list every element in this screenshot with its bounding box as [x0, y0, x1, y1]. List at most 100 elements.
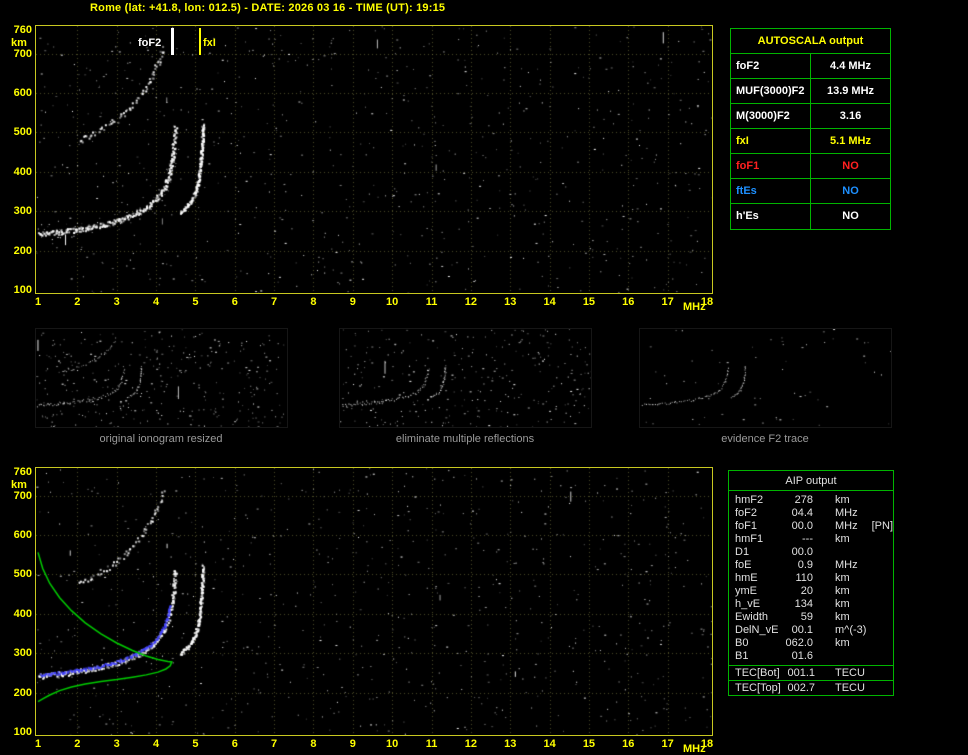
aip-tec-name: TEC[Bot] — [735, 667, 780, 679]
aip-param-name: B1 — [735, 650, 749, 662]
height-unit-label: km — [11, 37, 27, 49]
top-ionogram-plot: foF2 fxI — [35, 25, 713, 294]
aip-param-name: B0 — [735, 637, 749, 649]
aip-row-Ewidth: Ewidth 59 km — [735, 611, 893, 624]
aip-rows: hmF2 278 km foF2 04.4 MHz foF1 00.0 MHz [PN] hmF1 -… — [729, 491, 893, 665]
aip-param-unit: km — [835, 533, 850, 545]
aip-tec-name: TEC[Top] — [735, 682, 781, 694]
height-tick-label: 300 — [13, 647, 32, 660]
autoscala-row-h'Es: h'Es NO — [731, 204, 890, 229]
fxI-marker-label: fxI — [203, 37, 216, 49]
height-tick-label: 200 — [13, 686, 32, 699]
height-tick-label: 300 — [13, 205, 32, 218]
height-tick-label: 760 — [13, 24, 32, 36]
aip-param-name: Ewidth — [735, 611, 769, 623]
aip-param-value: 01.6 — [791, 650, 813, 662]
autoscala-row-fxI: fxI 5.1 MHz — [731, 129, 890, 154]
freq-tick-label: 7 — [271, 296, 278, 308]
height-tick-label: 600 — [13, 87, 32, 100]
freq-tick-label: 3 — [113, 296, 120, 308]
autoscala-param-name: ftEs — [731, 179, 811, 203]
height-tick-label: 200 — [13, 244, 32, 257]
autoscala-param-name: foF2 — [731, 54, 811, 78]
height-tick-label: 500 — [13, 126, 32, 139]
autoscala-param-name: foF1 — [731, 154, 811, 178]
autoscala-rows: foF2 4.4 MHz MUF(3000)F2 13.9 MHz M(3000)F2 3… — [731, 54, 890, 229]
aip-row-DelN_vE: DelN_vE 00.1 m^(-3) — [735, 624, 893, 637]
freq-tick-label: 13 — [504, 738, 517, 750]
aip-param-name: h_vE — [735, 598, 761, 610]
aip-param-value: 04.4 — [791, 507, 813, 519]
caption-eliminate-reflections: eliminate multiple reflections — [395, 433, 535, 445]
freq-tick-label: 5 — [192, 296, 199, 308]
aip-param-name: hmF1 — [735, 533, 764, 545]
aip-param-unit: m^(-3) — [835, 624, 867, 636]
aip-param-value: 00.0 — [791, 520, 813, 532]
height-tick-label: 400 — [13, 165, 32, 178]
aip-param-value: 134 — [794, 598, 813, 610]
aip-tec-unit: TECU — [835, 682, 865, 694]
fxI-marker-line — [199, 28, 201, 55]
freq-tick-label: 12 — [464, 738, 477, 750]
freq-tick-label: 9 — [349, 738, 356, 750]
aip-param-name: DelN_vE — [735, 624, 779, 636]
foF2-marker-line — [171, 28, 174, 55]
autoscala-row-foF2: foF2 4.4 MHz — [731, 54, 890, 79]
height-tick-label: 600 — [13, 529, 32, 542]
autoscala-param-value: NO — [842, 160, 859, 172]
freq-tick-label: 14 — [543, 738, 556, 750]
aip-tec-rows: TEC[Bot] 001.1 TECU TEC[Top] 002.7 TECU — [729, 665, 893, 695]
aip-param-flag: [PN] — [871, 520, 894, 532]
freq-tick-label: 13 — [504, 296, 517, 308]
aip-output-panel: AIP output hmF2 278 km foF2 04.4 MHz foF1 00.0 M… — [728, 470, 894, 696]
aip-row-B1: B1 01.6 — [735, 650, 893, 663]
autoscala-param-value: NO — [842, 185, 859, 197]
aip-param-name: foF2 — [735, 507, 758, 519]
freq-tick-label: 6 — [231, 296, 238, 308]
aip-row-foF1: foF1 00.0 MHz [PN] — [735, 520, 893, 533]
station-date-title: Rome (lat: +41.8, lon: 012.5) - DATE: 20… — [90, 2, 446, 14]
freq-tick-label: 4 — [152, 296, 160, 308]
autoscala-param-name: fxI — [731, 129, 811, 153]
aip-tec-unit: TECU — [835, 667, 865, 679]
autoscala-app-window: Rome (lat: +41.8, lon: 012.5) - DATE: 20… — [0, 0, 968, 755]
autoscala-param-value: 13.9 MHz — [826, 85, 875, 97]
autoscala-row-foF1: foF1 NO — [731, 154, 890, 179]
autoscala-param-name: M(3000)F2 — [731, 104, 811, 128]
autoscala-row-MUF(3000)F2: MUF(3000)F2 13.9 MHz — [731, 79, 890, 104]
freq-tick-label: 2 — [74, 296, 81, 308]
aip-row-B0: B0 062.0 km — [735, 637, 893, 650]
freq-tick-label: 4 — [152, 738, 160, 750]
height-tick-label: 100 — [13, 726, 32, 738]
autoscala-param-value: 3.16 — [839, 110, 862, 122]
autoscala-param-value: 5.1 MHz — [830, 135, 871, 147]
aip-tec-value: 001.1 — [787, 667, 815, 679]
freq-tick-label: 16 — [622, 296, 635, 308]
aip-panel-title: AIP output — [729, 471, 893, 491]
thumb-eliminate-reflections — [339, 328, 592, 428]
freq-tick-label: 3 — [113, 738, 120, 750]
aip-param-name: ymE — [735, 585, 757, 597]
thumb-eliminate-canvas — [340, 329, 591, 427]
thumb-original-canvas — [36, 329, 287, 427]
bottom-ionogram-canvas — [36, 468, 712, 735]
aip-param-value: 00.1 — [791, 624, 813, 636]
aip-param-unit: MHz — [835, 559, 858, 571]
aip-param-value: 59 — [800, 611, 813, 623]
caption-original-ionogram: original ionogram resized — [99, 433, 223, 445]
aip-tec-row-TEC[Top]: TEC[Top] 002.7 TECU — [729, 680, 893, 695]
freq-tick-label: 12 — [464, 296, 477, 308]
aip-param-value: 062.0 — [785, 637, 813, 649]
freq-tick-label: 6 — [231, 738, 238, 750]
autoscala-param-value: NO — [842, 210, 859, 222]
aip-param-value: 110 — [795, 572, 813, 584]
aip-param-value: 0.9 — [797, 559, 813, 571]
aip-param-unit: km — [835, 494, 850, 506]
aip-param-unit: MHz — [835, 507, 858, 519]
height-tick-label: 700 — [13, 489, 32, 502]
aip-param-unit: km — [835, 585, 850, 597]
aip-param-value: 00.0 — [791, 546, 813, 558]
aip-param-unit: km — [835, 637, 850, 649]
aip-tec-value: 002.7 — [787, 682, 815, 694]
autoscala-row-ftEs: ftEs NO — [731, 179, 890, 204]
